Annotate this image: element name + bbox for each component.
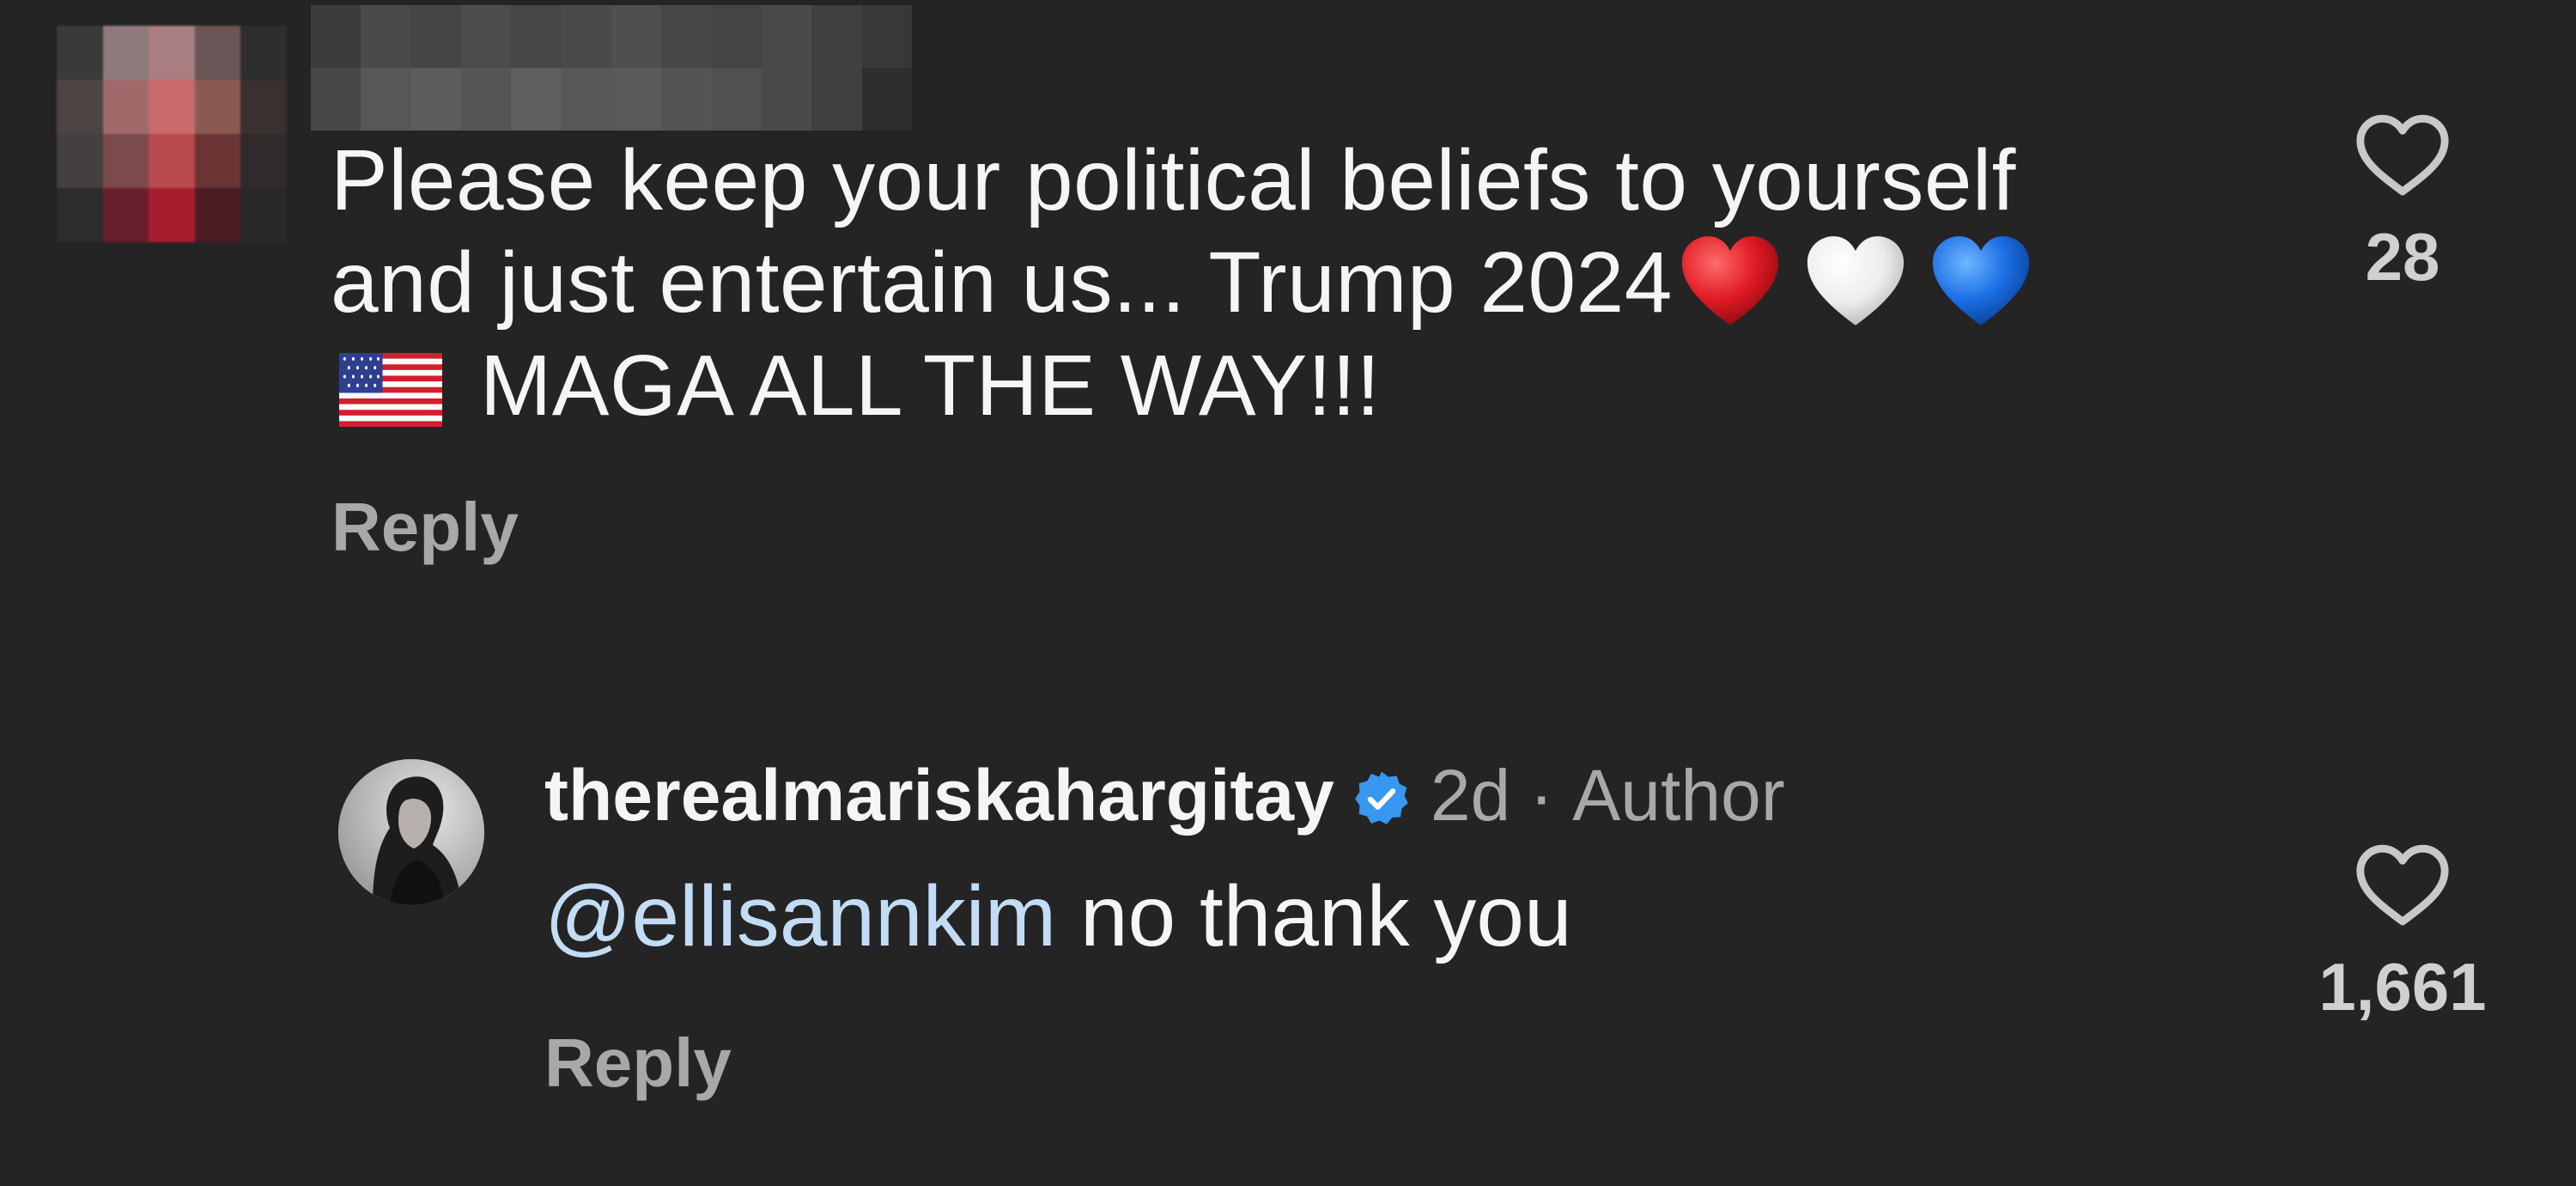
timestamp: 2d	[1430, 755, 1511, 836]
like-count: 1,661	[2318, 949, 2487, 1025]
comment-text-fragment: and just entertain us... Trump 2024	[331, 234, 1673, 331]
comment-text-line: MAGA ALL THE WAY!!!	[331, 336, 2220, 436]
reply-text: @ellisannkim no thank you	[544, 867, 1572, 966]
like-column: 28	[2317, 110, 2488, 296]
like-column: 1,661	[2317, 840, 2488, 1026]
blue-heart-emoji	[1932, 236, 2029, 325]
avatar[interactable]	[338, 759, 484, 905]
reply-header: therealmariskahargitay 2d · Author	[544, 754, 1785, 837]
author-username[interactable]: therealmariskahargitay	[544, 755, 1334, 836]
profile-photo	[338, 759, 484, 905]
author-label: Author	[1572, 755, 1785, 836]
username-redacted[interactable]	[311, 5, 912, 131]
red-heart-emoji	[1681, 236, 1778, 325]
like-count: 28	[2365, 219, 2440, 295]
meta-separator: ·	[1529, 755, 1554, 836]
avatar[interactable]	[57, 26, 287, 242]
verified-badge-icon	[1355, 771, 1408, 824]
heart-outline-icon[interactable]	[2352, 840, 2453, 929]
comment-text-line: and just entertain us... Trump 2024	[331, 231, 2220, 336]
us-flag-emoji	[339, 353, 442, 427]
comment-text: Please keep your political beliefs to yo…	[331, 131, 2220, 436]
reply-button[interactable]: Reply	[331, 488, 519, 567]
reply-text-body: no thank you	[1056, 868, 1572, 964]
mention-link[interactable]: @ellisannkim	[544, 868, 1056, 964]
white-heart-emoji	[1807, 236, 1904, 325]
comment-text-fragment: MAGA ALL THE WAY!!!	[480, 338, 1381, 434]
reply-button[interactable]: Reply	[544, 1024, 732, 1103]
heart-outline-icon[interactable]	[2352, 110, 2453, 199]
comment-text-line: Please keep your political beliefs to yo…	[331, 132, 2016, 228]
